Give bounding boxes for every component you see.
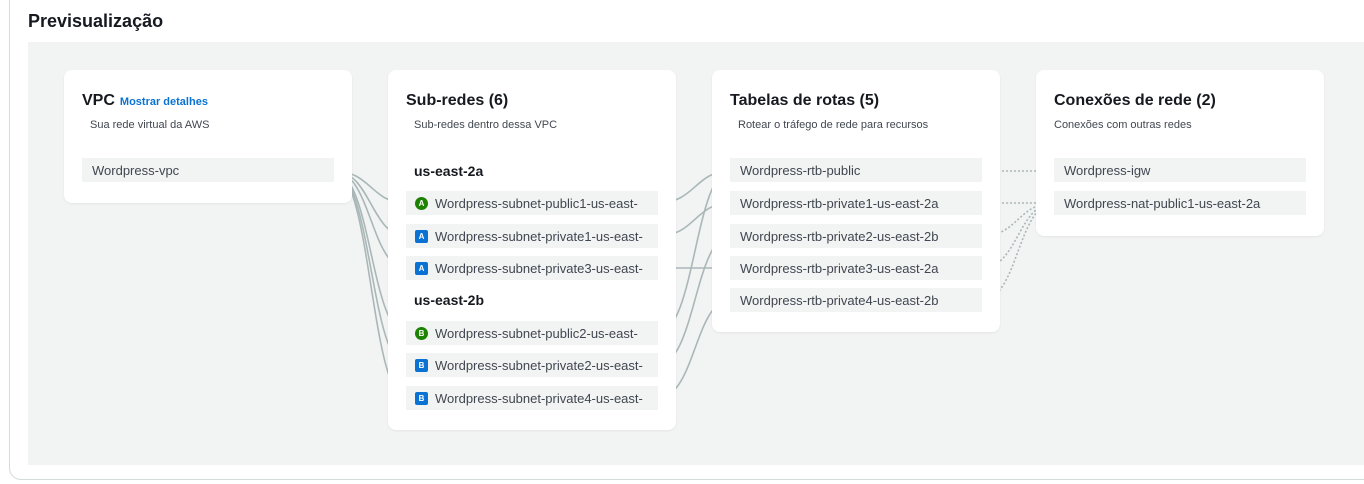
vpc-item[interactable]: Wordpress-vpc: [82, 158, 334, 182]
zone-heading-us-east-2a: us-east-2a: [414, 163, 484, 179]
subnet-item[interactable]: A Wordpress-subnet-private3-us-east-: [406, 256, 658, 280]
route-table-item[interactable]: Wordpress-rtb-public: [730, 158, 982, 182]
connection-label: Wordpress-igw: [1064, 162, 1151, 178]
route-table-label: Wordpress-rtb-private1-us-east-2a: [740, 195, 939, 211]
preview-canvas: VPC Mostrar detalhes Sua rede virtual da …: [28, 42, 1364, 465]
route-table-label: Wordpress-rtb-private2-us-east-2b: [740, 228, 939, 244]
subnet-item[interactable]: B Wordpress-subnet-public2-us-east-: [406, 321, 658, 345]
subnet-item[interactable]: A Wordpress-subnet-public1-us-east-: [406, 191, 658, 215]
route-tables-card: Tabelas de rotas (5) Rotear o tráfego de…: [712, 70, 1000, 332]
zone-heading-us-east-2b: us-east-2b: [414, 292, 485, 308]
route-table-item[interactable]: Wordpress-rtb-private4-us-east-2b: [730, 288, 982, 312]
connections-card: Conexões de rede (2) Conexões com outras…: [1036, 70, 1324, 236]
connection-item-nat[interactable]: Wordpress-nat-public1-us-east-2a: [1054, 191, 1306, 215]
availability-zone-badge: B: [415, 326, 428, 340]
subnets-card: Sub-redes (6) Sub-redes dentro dessa VPC…: [388, 70, 676, 430]
subnet-label: Wordpress-subnet-public2-us-east-: [435, 325, 638, 341]
vpc-item-label: Wordpress-vpc: [92, 162, 180, 178]
route-table-label: Wordpress-rtb-private4-us-east-2b: [740, 292, 939, 308]
availability-zone-badge: B: [415, 391, 428, 405]
availability-zone-badge: A: [415, 229, 428, 243]
subnet-item[interactable]: A Wordpress-subnet-private1-us-east-: [406, 224, 658, 248]
route-tables-subtitle: Rotear o tráfego de rede para recursos: [738, 119, 929, 131]
route-table-item[interactable]: Wordpress-rtb-private1-us-east-2a: [730, 191, 982, 215]
route-table-label: Wordpress-rtb-public: [740, 162, 861, 178]
vpc-title: VPC: [82, 92, 115, 109]
connection-label: Wordpress-nat-public1-us-east-2a: [1064, 195, 1261, 211]
subnets-subtitle: Sub-redes dentro dessa VPC: [414, 119, 558, 131]
route-table-item[interactable]: Wordpress-rtb-private2-us-east-2b: [730, 224, 982, 248]
preview-title: Previsualização: [28, 11, 164, 31]
availability-zone-badge: A: [415, 196, 428, 210]
subnet-label: Wordpress-subnet-private1-us-east-: [435, 228, 643, 244]
subnet-label: Wordpress-subnet-private3-us-east-: [435, 260, 643, 276]
vpc-card: VPC Mostrar detalhes Sua rede virtual da …: [64, 70, 352, 203]
subnets-title: Sub-redes (6): [406, 92, 509, 109]
availability-zone-badge: B: [415, 358, 428, 372]
connections-title: Conexões de rede (2): [1054, 92, 1216, 109]
route-table-item[interactable]: Wordpress-rtb-private3-us-east-2a: [730, 256, 982, 280]
vpc-subtitle: Sua rede virtual da AWS: [90, 119, 210, 131]
vpc-card-title: VPC Mostrar detalhes: [82, 92, 208, 110]
subnet-label: Wordpress-subnet-public1-us-east-: [435, 195, 638, 211]
connections-subtitle: Conexões com outras redes: [1054, 119, 1192, 131]
show-details-link[interactable]: Mostrar detalhes: [120, 96, 208, 108]
subnet-item[interactable]: B Wordpress-subnet-private2-us-east-: [406, 353, 658, 377]
availability-zone-badge: A: [415, 261, 428, 275]
subnet-label: Wordpress-subnet-private2-us-east-: [435, 357, 643, 373]
connection-item-igw[interactable]: Wordpress-igw: [1054, 158, 1306, 182]
subnet-item[interactable]: B Wordpress-subnet-private4-us-east-: [406, 386, 658, 410]
route-table-label: Wordpress-rtb-private3-us-east-2a: [740, 260, 939, 276]
route-tables-title: Tabelas de rotas (5): [730, 92, 880, 109]
subnet-label: Wordpress-subnet-private4-us-east-: [435, 390, 643, 406]
